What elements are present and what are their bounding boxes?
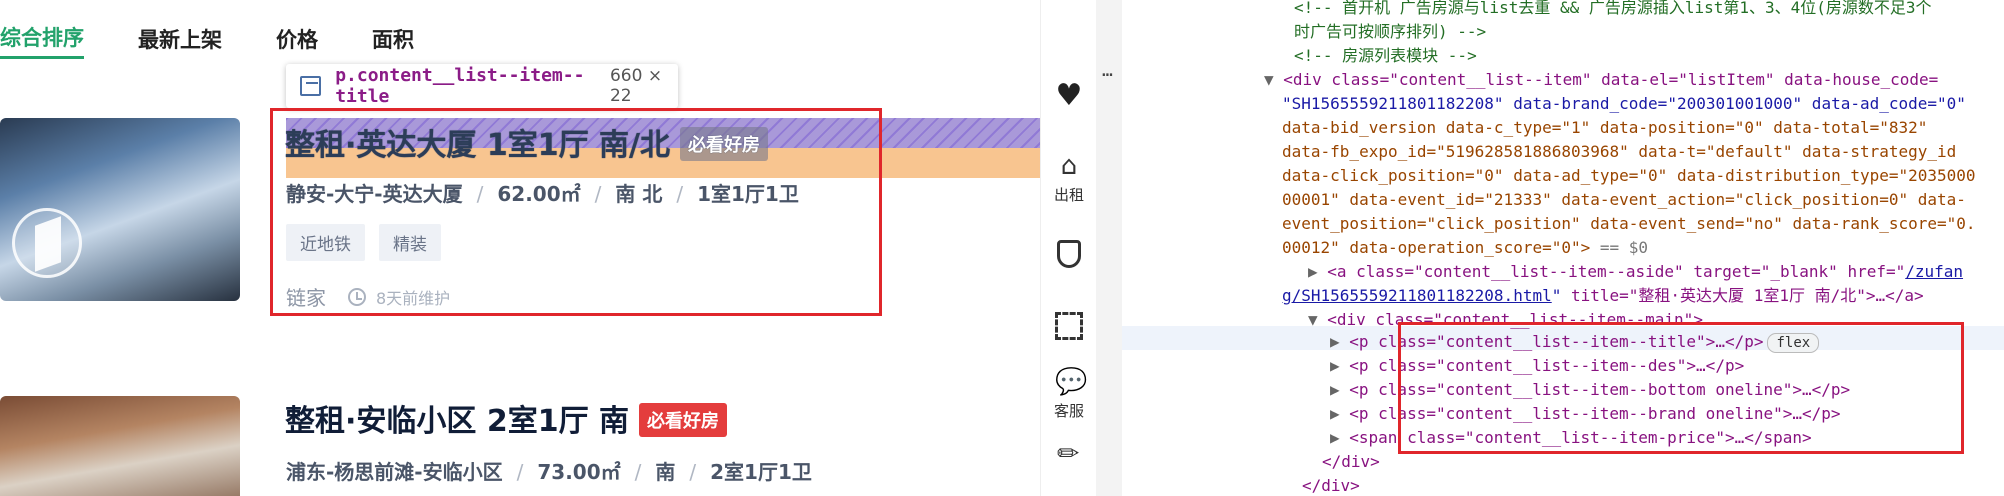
feedback-button[interactable]: ✎ (1041, 436, 1097, 473)
dom-node-list-item[interactable]: ▼ <div class="content__list--item" data-… (1264, 68, 1938, 92)
listing-location[interactable]: 浦东-杨思前滩-安临小区 (286, 460, 503, 484)
floating-sidebar: ♥ ⌂ 出租 💬 客服 ✎ (1040, 0, 1096, 496)
listing-description: 浦东-杨思前滩-安临小区/73.00㎡ / 南/2室1厅1卫 (286, 460, 812, 484)
vr-icon (12, 208, 82, 278)
listing-area: 73.00㎡ (537, 460, 621, 484)
listing-page: 综合排序 最新上架 价格 面积 p.content__list--item--t… (0, 0, 1040, 496)
annotation-red-box (1398, 322, 1964, 454)
tooltip-size: 660 × 22 (609, 66, 663, 106)
listing-thumbnail[interactable] (0, 396, 240, 496)
scan-icon (1055, 312, 1083, 340)
listing-thumbnail[interactable] (0, 118, 240, 301)
security-button[interactable] (1041, 240, 1097, 268)
house-icon: ⌂ (1060, 151, 1078, 181)
more-dots-icon[interactable]: … (1102, 60, 1113, 81)
node-attr-text: 00012" data-operation_score="0"> (1282, 238, 1591, 257)
favorites-button[interactable]: ♥ (1041, 78, 1097, 113)
edit-icon: ✎ (1050, 435, 1088, 473)
dom-comment[interactable]: 时广告可按顺序排列) --> (1294, 20, 1486, 44)
dom-node-aside-link-cont[interactable]: g/SH1565559211801182208.html" title="整租·… (1282, 284, 1924, 308)
node-attr-line: 00012" data-operation_score="0"> == $0 (1282, 236, 1648, 260)
customer-service-label: 客服 (1053, 402, 1084, 420)
devtools-elements-panel: … <!-- 首开机 广告房源与list去重 && 广告房源插入list第1、3… (1096, 0, 2004, 496)
listing-title-text[interactable]: 整租·安临小区 2室1厅 南 (285, 404, 629, 439)
dom-close-tag[interactable]: </div> (1302, 474, 1360, 496)
chat-icon: 💬 (1055, 367, 1088, 397)
node-text: <a class="content__list--item--aside" ta… (1327, 262, 1906, 281)
sort-tabs: 综合排序 最新上架 价格 面积 (0, 18, 414, 59)
dom-close-tag[interactable]: </div> (1322, 450, 1380, 474)
listing-layout: 2室1厅1卫 (710, 460, 812, 484)
must-see-badge: 必看好房 (639, 402, 728, 437)
node-attr-line: data-click_position="0" data-ad_type="0"… (1282, 166, 1976, 185)
rent-out-label: 出租 (1053, 186, 1084, 204)
annotation-red-box (270, 108, 882, 316)
shield-icon (1057, 240, 1081, 268)
dom-tree: <!-- 首开机 广告房源与list去重 && 广告房源插入list第1、3、4… (1122, 0, 2004, 496)
tab-area[interactable]: 面积 (372, 20, 414, 58)
listing-orientation: 南 (655, 460, 676, 484)
node-attr-line: data-bid_version data-c_type="1" data-po… (1282, 118, 1928, 137)
node-attr-line: data-fb_expo_id="519628581886803968" dat… (1282, 142, 1957, 161)
tooltip-selector: p.content__list--item--title (335, 65, 585, 107)
tab-comprehensive-sort[interactable]: 综合排序 (0, 18, 84, 59)
href-link[interactable]: g/SH1565559211801182208.html (1282, 286, 1552, 305)
inspect-tooltip: p.content__list--item--title 660 × 22 (286, 64, 678, 108)
customer-service-button[interactable]: 💬 客服 (1041, 368, 1097, 421)
dom-comment[interactable]: <!-- 房源列表模块 --> (1294, 44, 1477, 68)
selected-node-marker: == $0 (1599, 238, 1649, 257)
node-attr-line: "SH1565559211801182208" data-brand_code=… (1282, 94, 1966, 113)
node-text: <div class="content__list--item" data-el… (1283, 70, 1939, 89)
scan-button[interactable] (1041, 312, 1097, 340)
node-attr-line: 00001" data-event_id="21333" data-event_… (1282, 190, 1966, 209)
dom-node-aside-link[interactable]: ▶ <a class="content__list--item--aside" … (1308, 260, 1963, 284)
tab-newest[interactable]: 最新上架 (138, 20, 222, 58)
rent-out-button[interactable]: ⌂ 出租 (1041, 152, 1097, 205)
element-box-icon (300, 76, 322, 96)
href-link[interactable]: /zufan (1905, 262, 1963, 281)
dom-comment[interactable]: <!-- 首开机 广告房源与list去重 && 广告房源插入list第1、3、4… (1294, 0, 1932, 20)
tab-price[interactable]: 价格 (276, 20, 318, 58)
node-text: title="整租·英达大厦 1室1厅 南/北">…</a> (1561, 286, 1924, 305)
node-attr-line: event_position="click_position" data-eve… (1282, 214, 1976, 233)
listing-title[interactable]: 整租·安临小区 2室1厅 南必看好房 (285, 396, 728, 440)
heart-icon: ♥ (1055, 78, 1083, 113)
